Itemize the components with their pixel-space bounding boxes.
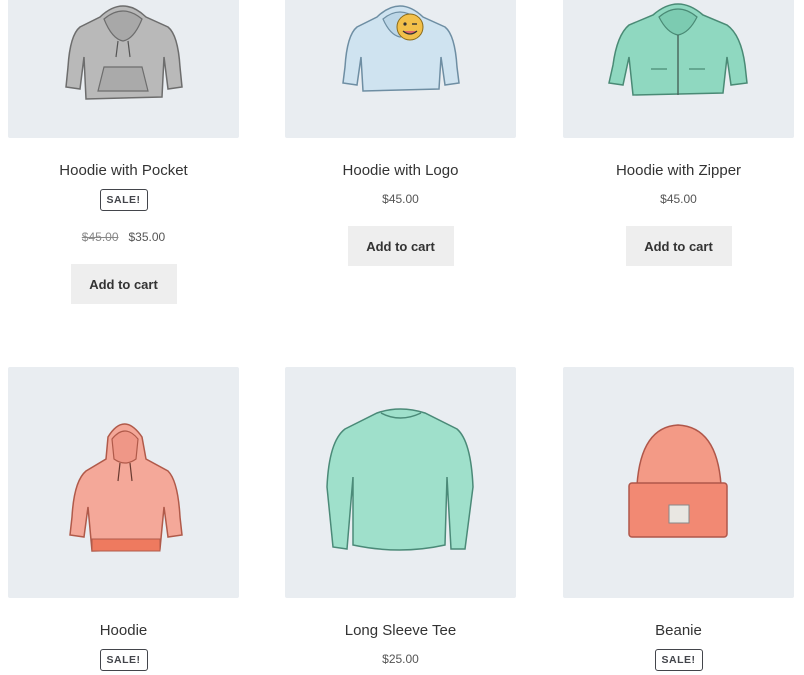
product-image[interactable] (8, 367, 239, 598)
product-card-hoodie-with-zipper: Hoodie with Zipper $45.00 Add to cart (563, 0, 794, 266)
product-image[interactable] (285, 367, 516, 598)
product-card-beanie: Beanie SALE! (563, 367, 794, 671)
product-card-hoodie: Hoodie SALE! (8, 367, 239, 671)
product-price: $45.00 (660, 192, 697, 206)
orange-beanie-icon (628, 424, 728, 538)
product-title[interactable]: Hoodie with Logo (285, 162, 516, 179)
sale-badge: SALE! (99, 649, 148, 671)
add-to-cart-button[interactable]: Add to cart (625, 226, 732, 266)
product-title[interactable]: Hoodie (8, 622, 239, 639)
product-title[interactable]: Hoodie with Zipper (563, 162, 794, 179)
mint-hoodie-zipper-icon (608, 3, 748, 96)
product-image[interactable] (563, 367, 794, 598)
product-title[interactable]: Long Sleeve Tee (285, 622, 516, 639)
blue-hoodie-logo-icon (342, 5, 460, 92)
product-image[interactable] (8, 0, 239, 138)
product-card-hoodie-with-logo: Hoodie with Logo $45.00 Add to cart (285, 0, 516, 266)
pink-hoodie-icon (69, 423, 183, 552)
product-image[interactable] (563, 0, 794, 138)
product-card-hoodie-with-pocket: Hoodie with Pocket SALE! $45.00 $35.00 Ad… (8, 0, 239, 304)
add-to-cart-button[interactable]: Add to cart (70, 264, 177, 304)
product-image[interactable] (285, 0, 516, 138)
sale-badge: SALE! (99, 189, 148, 211)
old-price: $45.00 (81, 230, 119, 244)
gray-hoodie-pocket-icon (65, 5, 183, 100)
product-price: $25.00 (382, 652, 419, 666)
sale-price: $35.00 (128, 230, 166, 244)
mint-long-sleeve-tee-icon (326, 408, 474, 551)
sale-badge: SALE! (654, 649, 703, 671)
add-to-cart-button[interactable]: Add to cart (347, 226, 454, 266)
product-title[interactable]: Hoodie with Pocket (8, 162, 239, 179)
product-title[interactable]: Beanie (563, 622, 794, 639)
product-price: $45.00 $35.00 (8, 230, 239, 244)
product-card-long-sleeve-tee: Long Sleeve Tee $25.00 (285, 367, 516, 666)
product-price: $45.00 (382, 192, 419, 206)
